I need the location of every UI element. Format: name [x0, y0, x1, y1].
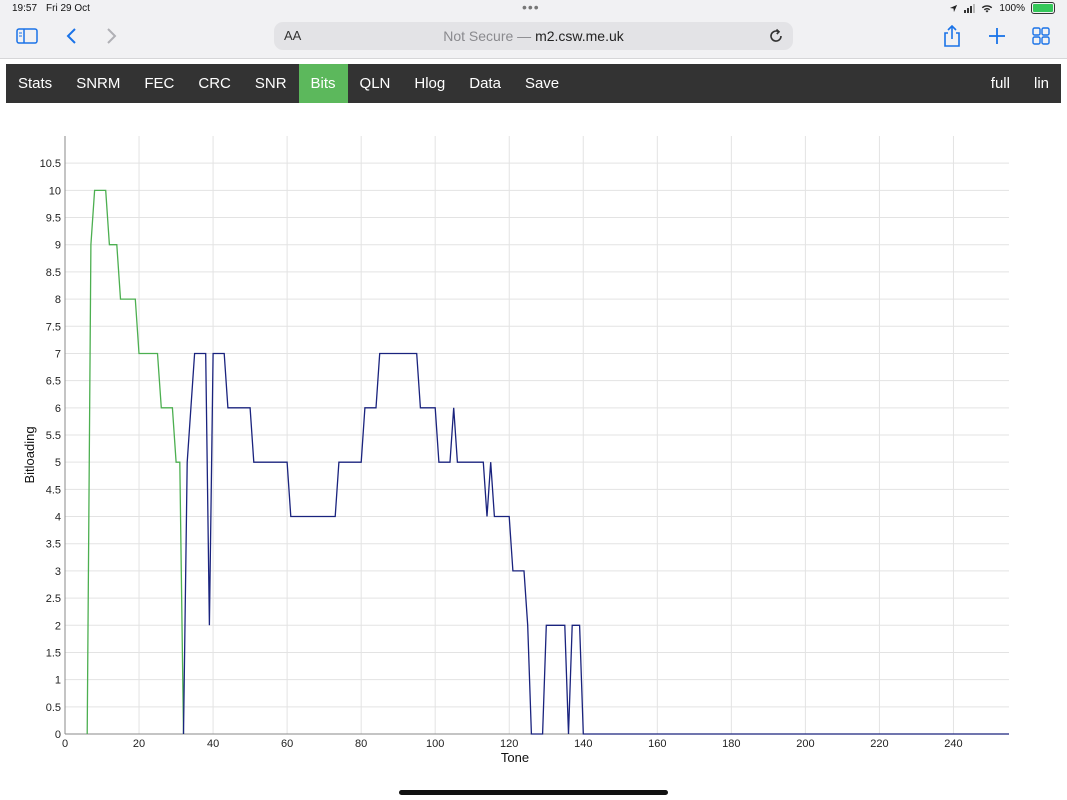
forward-icon[interactable] [98, 24, 126, 48]
x-tick-label: 40 [207, 738, 219, 750]
x-tick-label: 120 [500, 738, 518, 750]
nav-snr[interactable]: SNR [243, 64, 299, 103]
y-tick-label: 4.5 [46, 484, 61, 496]
y-tick-label: 4 [55, 512, 61, 524]
nav-bits[interactable]: Bits [298, 64, 348, 103]
bitloading-chart: 0 0.5 1 1.5 2 2.5 3 3.5 4 4.5 5 5.5 6 6.5 7 7.5 8 8.5 9 9.5… [0, 120, 1067, 780]
address-bar[interactable]: AA Not Secure — m2.csw.me.uk [274, 22, 793, 50]
nav-save[interactable]: Save [513, 64, 571, 103]
y-tick-label: 3.5 [46, 539, 61, 551]
y-tick-label: 10.5 [40, 158, 61, 170]
x-tick-label: 220 [870, 738, 888, 750]
signal-icon [964, 3, 976, 13]
nav-full[interactable]: full [979, 64, 1022, 103]
x-tick-label: 140 [574, 738, 592, 750]
not-secure-label: Not Secure — [443, 28, 532, 44]
status-date: Fri 29 Oct [46, 3, 90, 14]
status-indicators: 100% [949, 2, 1055, 14]
multitasking-dots-icon[interactable]: ••• [522, 0, 540, 15]
x-tick-label: 180 [722, 738, 740, 750]
url-text: Not Secure — m2.csw.me.uk [274, 28, 793, 44]
location-icon [950, 4, 958, 12]
back-icon[interactable] [57, 24, 85, 48]
y-axis-label: Bitloading [22, 426, 37, 483]
x-axis-label: Tone [501, 750, 529, 765]
battery-percent: 100% [999, 2, 1025, 14]
nav-stats[interactable]: Stats [6, 64, 64, 103]
y-tick-label: 0.5 [46, 702, 61, 714]
x-tick-label: 160 [648, 738, 666, 750]
y-tick-label: 10 [49, 185, 61, 197]
share-icon[interactable] [938, 24, 966, 48]
x-tick-label: 0 [62, 738, 68, 750]
y-tick-label: 8.5 [46, 267, 61, 279]
new-tab-icon[interactable] [983, 24, 1011, 48]
browser-chrome: 19:57 Fri 29 Oct ••• 100% AA Not Secure … [0, 0, 1067, 59]
status-time: 19:57 [12, 3, 38, 14]
x-tick-label: 100 [426, 738, 444, 750]
nav-snrm[interactable]: SNRM [64, 64, 132, 103]
y-tick-label: 5 [55, 457, 61, 469]
sidebar-icon[interactable] [13, 24, 41, 48]
y-tick-label: 3 [55, 566, 61, 578]
battery-icon [1031, 2, 1055, 14]
nav-lin[interactable]: lin [1022, 64, 1061, 103]
chart-svg: 0 0.5 1 1.5 2 2.5 3 3.5 4 4.5 5 5.5 6 6.5 7 7.5 8 8.5 9 9.5… [22, 136, 1009, 765]
app-nav: Stats SNRM FEC CRC SNR Bits QLN Hlog Dat… [6, 64, 1061, 103]
x-tick-label: 60 [281, 738, 293, 750]
x-tick-label: 240 [944, 738, 962, 750]
url-host: m2.csw.me.uk [535, 28, 624, 44]
y-tick-label: 1.5 [46, 647, 61, 659]
nav-data[interactable]: Data [457, 64, 513, 103]
y-tick-label: 7.5 [46, 321, 61, 333]
y-tick-label: 9.5 [46, 213, 61, 225]
y-tick-label: 6 [55, 403, 61, 415]
y-tick-label: 1 [55, 675, 61, 687]
y-tick-label: 7 [55, 348, 61, 360]
y-tick-label: 9 [55, 240, 61, 252]
x-tick-label: 200 [796, 738, 814, 750]
status-bar: 19:57 Fri 29 Oct ••• 100% [0, 0, 1067, 18]
y-tick-label: 2.5 [46, 593, 61, 605]
wifi-icon [982, 4, 993, 12]
y-tick-label: 8 [55, 294, 61, 306]
nav-hlog[interactable]: Hlog [402, 64, 457, 103]
x-tick-label: 80 [355, 738, 367, 750]
nav-crc[interactable]: CRC [186, 64, 243, 103]
reload-icon[interactable] [767, 27, 785, 45]
y-tick-label: 2 [55, 620, 61, 632]
tab-overview-icon[interactable] [1027, 24, 1055, 48]
nav-fec[interactable]: FEC [132, 64, 186, 103]
nav-qln[interactable]: QLN [348, 64, 403, 103]
home-indicator[interactable] [399, 790, 668, 795]
y-tick-label: 6.5 [46, 376, 61, 388]
y-tick-label: 0 [55, 729, 61, 741]
y-tick-label: 5.5 [46, 430, 61, 442]
x-tick-label: 20 [133, 738, 145, 750]
